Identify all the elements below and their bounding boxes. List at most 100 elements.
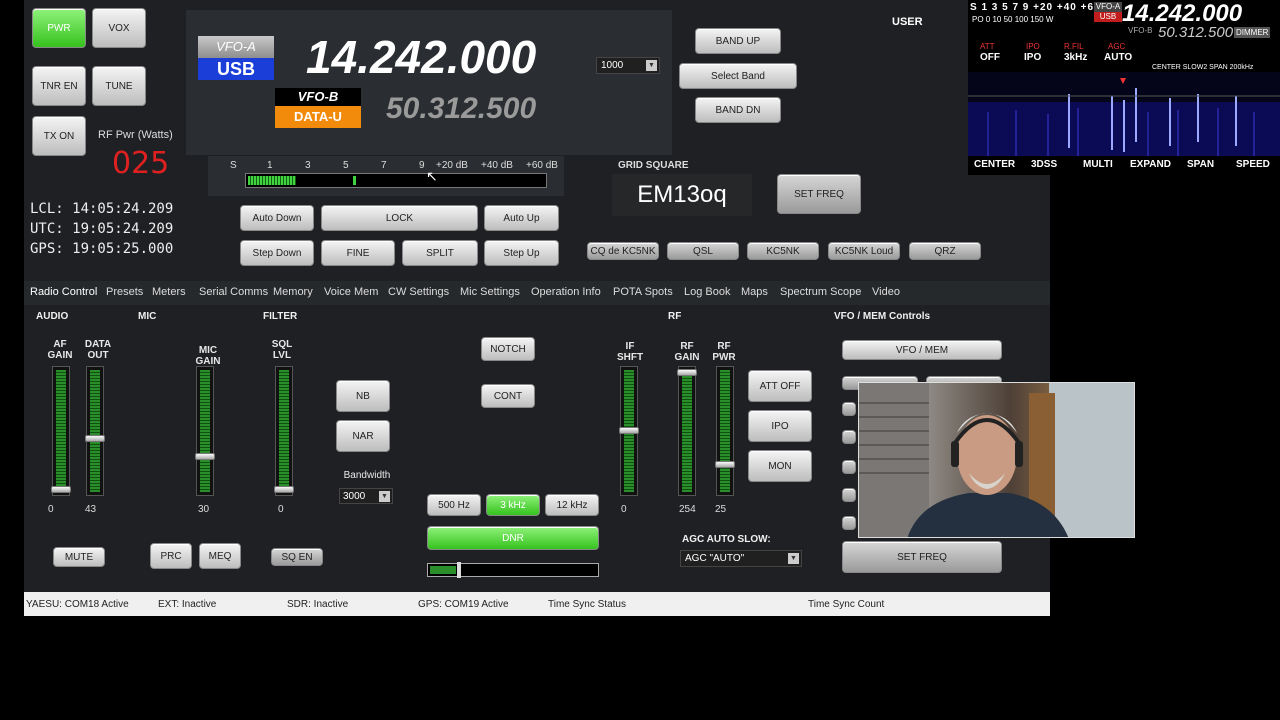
dnr-button[interactable]: DNR — [427, 526, 599, 550]
auto-up-button[interactable]: Auto Up — [484, 205, 559, 231]
macro-callsign-button[interactable]: KC5NK — [747, 242, 819, 260]
fine-button[interactable]: FINE — [321, 240, 395, 266]
mem-slot-button[interactable] — [842, 460, 856, 474]
bandwidth-dropdown[interactable]: 3000 ▼ — [339, 488, 393, 504]
tnr-en-button[interactable]: TNR EN — [32, 66, 86, 106]
step-up-button[interactable]: Step Up — [484, 240, 559, 266]
af-gain-label: AF GAIN — [47, 339, 73, 361]
grid-square-value: EM13oq — [612, 174, 752, 216]
local-time: LCL: 14:05:24.209 — [30, 201, 174, 217]
tx-on-button[interactable]: TX ON — [32, 116, 86, 156]
tab-video[interactable]: Video — [872, 286, 900, 298]
if-shift-value: 0 — [621, 504, 627, 515]
width-500hz-button[interactable]: 500 Hz — [427, 494, 481, 516]
nb-button[interactable]: NB — [336, 380, 390, 412]
ipo-button[interactable]: IPO — [748, 410, 812, 442]
tab-presets[interactable]: Presets — [106, 286, 143, 298]
data-out-slider[interactable] — [85, 366, 105, 496]
width-3khz-button[interactable]: 3 kHz — [486, 494, 540, 516]
macro-qrz-button[interactable]: QRZ — [909, 242, 981, 260]
tab-memory[interactable]: Memory — [273, 286, 313, 298]
scope-ipo-value: IPO — [1024, 52, 1042, 63]
tab-radio-control[interactable]: Radio Control — [30, 286, 97, 298]
tab-serial-comms[interactable]: Serial Comms — [199, 286, 268, 298]
af-gain-value: 0 — [48, 504, 54, 515]
step-value: 1000 — [601, 60, 624, 71]
mem-slot-button[interactable] — [842, 402, 856, 416]
s-meter-tick: 1 — [267, 160, 273, 171]
step-dropdown[interactable]: 1000 ▼ — [596, 57, 660, 74]
auto-down-button[interactable]: Auto Down — [240, 205, 314, 231]
if-shift-slider[interactable] — [619, 366, 639, 496]
af-gain-slider[interactable] — [51, 366, 71, 496]
scope-ipo-label: IPO — [1026, 42, 1040, 51]
s-meter-tick: +40 dB — [481, 160, 513, 171]
tab-meters[interactable]: Meters — [152, 286, 186, 298]
status-yaesu: YAESU: COM18 Active — [26, 599, 129, 610]
agc-dropdown[interactable]: AGC "AUTO" ▼ — [680, 550, 802, 567]
tab-operation-info[interactable]: Operation Info — [531, 286, 601, 298]
scope-menu-span: SPAN — [1187, 159, 1215, 170]
mem-slot-button[interactable] — [842, 430, 856, 444]
vfo-mem-button[interactable]: VFO / MEM — [842, 340, 1002, 360]
band-down-button[interactable]: BAND DN — [695, 97, 781, 123]
macro-cq-button[interactable]: CQ de KC5NK — [587, 242, 659, 260]
scope-menu-multi: MULTI — [1083, 159, 1113, 170]
band-up-button[interactable]: BAND UP — [695, 28, 781, 54]
status-sdr: SDR: Inactive — [287, 599, 349, 610]
scope-att-value: OFF — [980, 52, 1000, 63]
tab-cw-settings[interactable]: CW Settings — [388, 286, 449, 298]
mem-slot-button[interactable] — [842, 516, 856, 530]
sql-level-label: SQL LVL — [271, 339, 293, 361]
sql-level-slider[interactable] — [274, 366, 294, 496]
mic-gain-value: 30 — [198, 504, 210, 515]
mem-slot-button[interactable] — [842, 488, 856, 502]
vfo-a-label: VFO-A — [198, 36, 274, 58]
mute-button[interactable]: MUTE — [53, 547, 105, 567]
macro-callsign-loud-button[interactable]: KC5NK Loud — [828, 242, 900, 260]
status-time-sync: Time Sync Status — [548, 599, 626, 610]
select-band-button[interactable]: Select Band — [679, 63, 797, 89]
vfo-b-frequency[interactable]: 50.312.500 — [386, 92, 536, 126]
pwr-button[interactable]: PWR — [32, 8, 86, 48]
vfo-mem-set-freq-button[interactable]: SET FREQ — [842, 541, 1002, 573]
lock-button[interactable]: LOCK — [321, 205, 478, 231]
tune-button[interactable]: TUNE — [92, 66, 146, 106]
notch-button[interactable]: NOTCH — [481, 337, 535, 361]
tab-mic-settings[interactable]: Mic Settings — [460, 286, 520, 298]
prc-button[interactable]: PRC — [150, 543, 192, 569]
tab-log-book[interactable]: Log Book — [684, 286, 730, 298]
width-12khz-button[interactable]: 12 kHz — [545, 494, 599, 516]
macro-qsl-button[interactable]: QSL — [667, 242, 739, 260]
bandwidth-label: Bandwidth — [343, 470, 391, 481]
vfo-mem-section-title: VFO / MEM Controls — [834, 311, 931, 322]
mic-gain-label: MIC GAIN — [195, 345, 221, 367]
tab-pota-spots[interactable]: POTA Spots — [613, 286, 673, 298]
rf-gain-slider[interactable] — [677, 366, 697, 496]
step-down-button[interactable]: Step Down — [240, 240, 314, 266]
rf-power-slider[interactable] — [715, 366, 735, 496]
tab-spectrum-scope[interactable]: Spectrum Scope — [780, 286, 861, 298]
sq-en-button[interactable]: SQ EN — [271, 548, 323, 566]
cont-button[interactable]: CONT — [481, 384, 535, 408]
mic-gain-slider[interactable] — [195, 366, 215, 496]
scope-waterfall — [968, 72, 1280, 156]
meq-button[interactable]: MEQ — [199, 543, 241, 569]
split-button[interactable]: SPLIT — [402, 240, 478, 266]
vfo-a-frequency[interactable]: 14.242.000 — [306, 30, 536, 84]
s-meter-level — [248, 176, 296, 185]
s-meter-bar — [245, 173, 547, 188]
tab-maps[interactable]: Maps — [741, 286, 768, 298]
att-off-button[interactable]: ATT OFF — [748, 370, 812, 402]
scope-agc-label: AGC — [1108, 42, 1126, 51]
nar-button[interactable]: NAR — [336, 420, 390, 452]
grid-set-freq-button[interactable]: SET FREQ — [777, 174, 861, 214]
mon-button[interactable]: MON — [748, 450, 812, 482]
dnr-level-slider[interactable] — [427, 562, 599, 578]
scope-sub-frequency: 50.312.500 — [1158, 24, 1234, 41]
tab-voice-mem[interactable]: Voice Mem — [324, 286, 378, 298]
filter-section-title: FILTER — [263, 311, 298, 322]
rf-power-slider-value: 25 — [715, 504, 727, 515]
vox-button[interactable]: VOX — [92, 8, 146, 48]
rf-gain-label: RF GAIN — [674, 341, 700, 363]
